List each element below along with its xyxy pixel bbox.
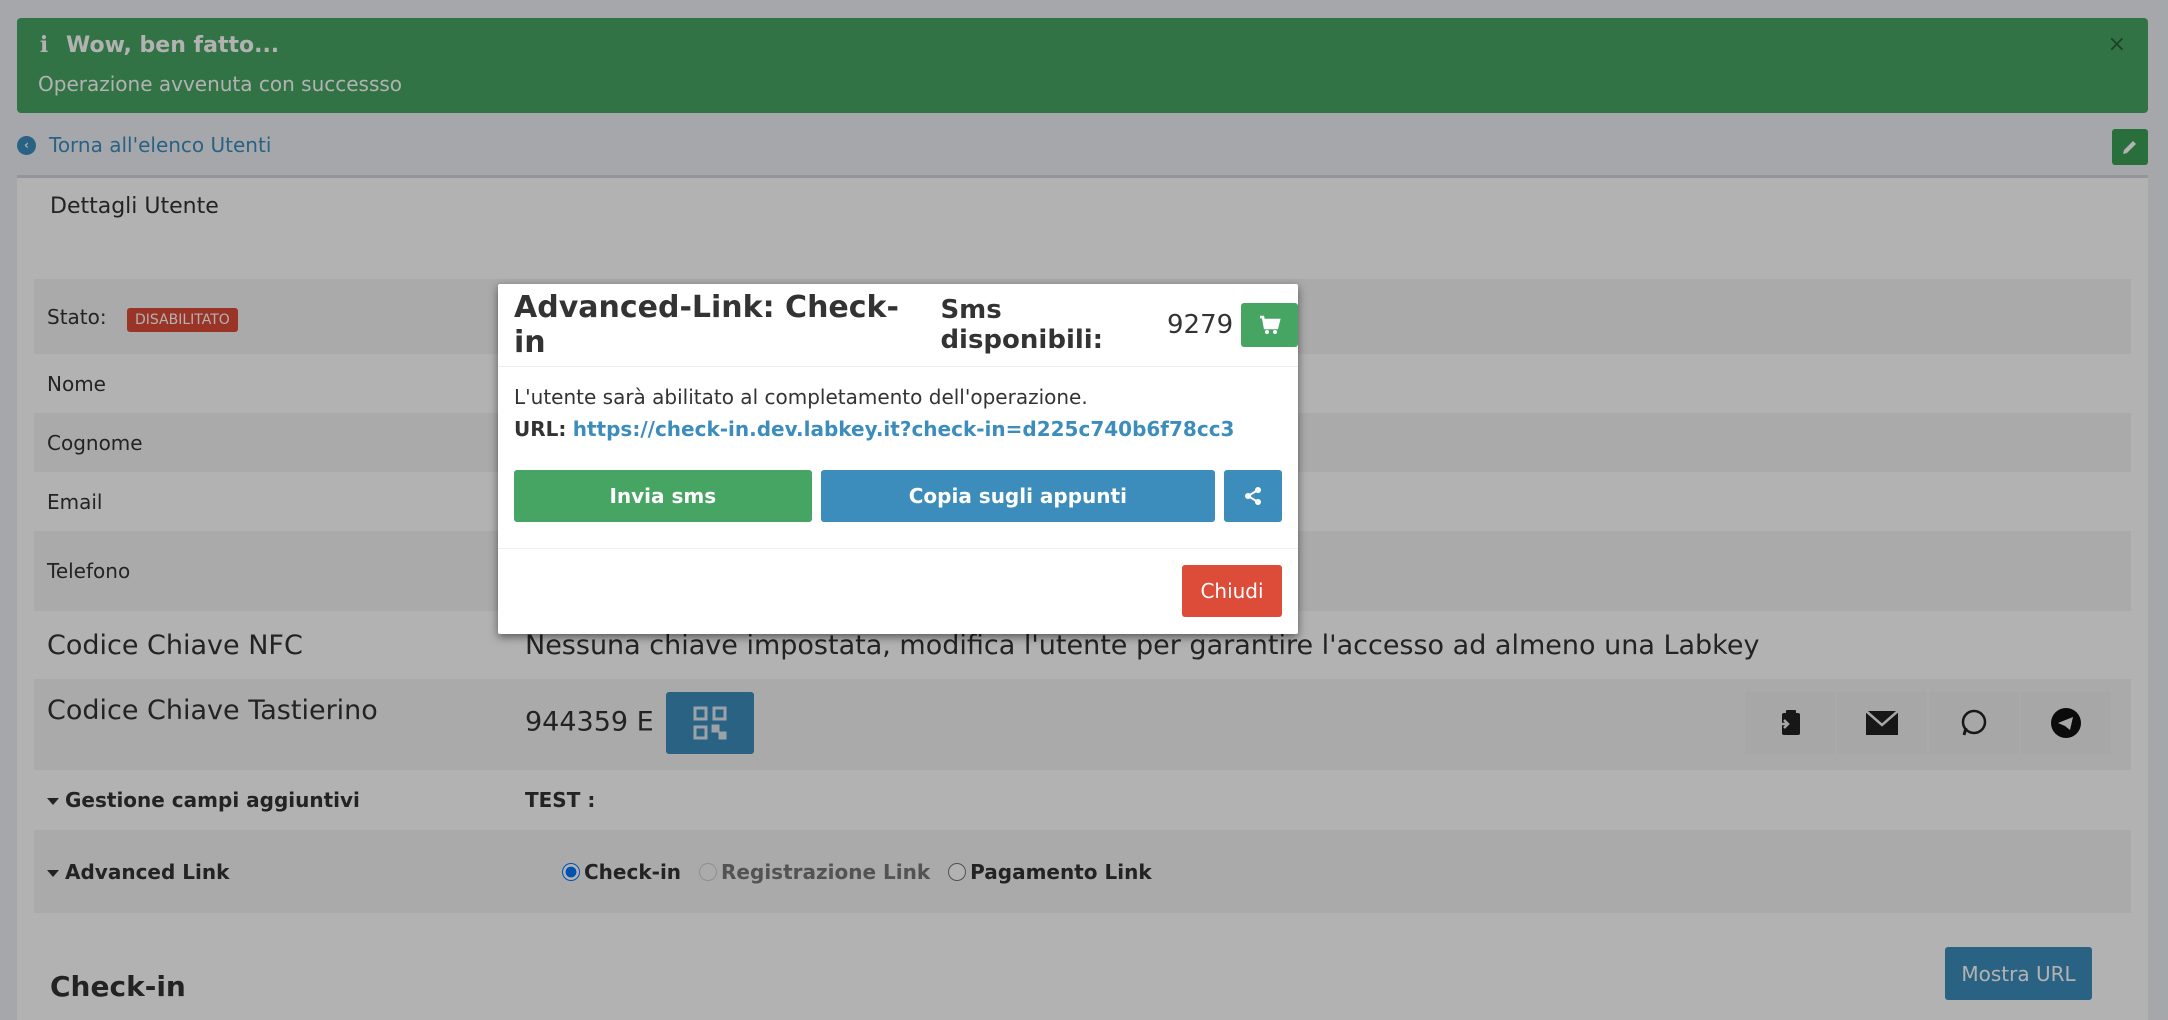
cart-icon xyxy=(1259,315,1281,334)
modal-body: L'utente sarà abilitato al completamento… xyxy=(498,367,1298,540)
checkin-url-link[interactable]: https://check-in.dev.labkey.it?check-in=… xyxy=(573,417,1235,441)
advanced-link-modal: Advanced-Link: Check-in Sms disponibili:… xyxy=(498,284,1298,634)
modal-header: Advanced-Link: Check-in Sms disponibili:… xyxy=(498,284,1298,367)
modal-title: Advanced-Link: Check-in xyxy=(514,290,899,360)
modal-footer: Chiudi xyxy=(498,548,1298,634)
page: i Wow, ben fatto... Operazione avvenuta … xyxy=(0,0,2168,1020)
modal-body-text: L'utente sarà abilitato al completamento… xyxy=(514,385,1088,409)
sms-available-count: 9279 xyxy=(1167,310,1234,340)
share-icon xyxy=(1245,487,1262,505)
share-button[interactable] xyxy=(1224,470,1282,522)
modal-actions: Invia sms Copia sugli appunti xyxy=(514,470,1282,522)
copy-to-clipboard-button[interactable]: Copia sugli appunti xyxy=(820,470,1216,522)
close-modal-button[interactable]: Chiudi xyxy=(1182,565,1282,617)
url-label: URL: xyxy=(514,417,567,441)
url-row: URL: https://check-in.dev.labkey.it?chec… xyxy=(514,417,1282,441)
buy-sms-button[interactable] xyxy=(1241,303,1298,347)
send-sms-button[interactable]: Invia sms xyxy=(514,470,812,522)
sms-available-label: Sms disponibili: xyxy=(940,295,1104,355)
